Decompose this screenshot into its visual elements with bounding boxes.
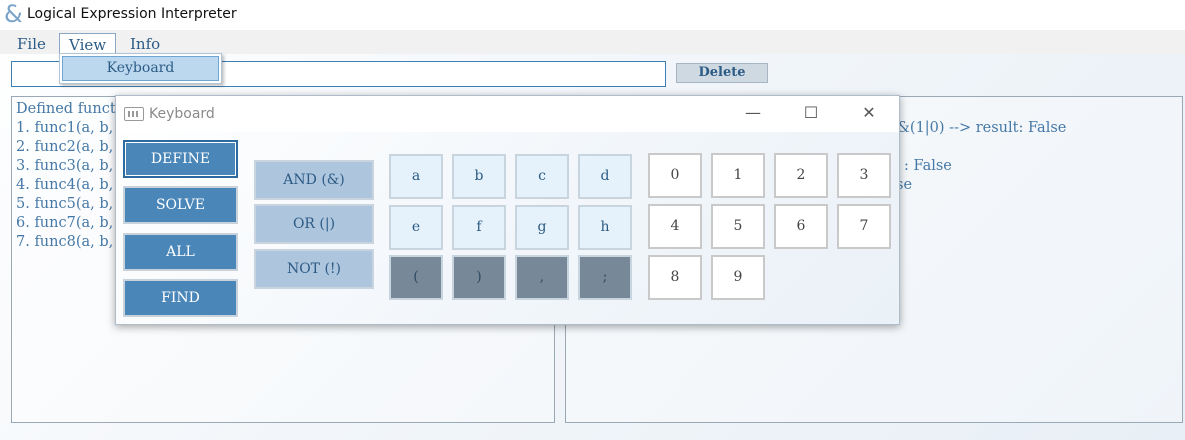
result-line: : False — [904, 158, 952, 174]
list-item: 7. func8(a, b, — [16, 234, 114, 250]
all-button[interactable]: ALL — [123, 233, 238, 271]
key-close-paren[interactable]: ) — [452, 255, 506, 300]
ampersand-icon: & — [4, 0, 23, 28]
key-6[interactable]: 6 — [774, 204, 828, 249]
keyboard-window-title: Keyboard — [149, 106, 215, 122]
window-title: Logical Expression Interpreter — [27, 6, 237, 22]
menu-view[interactable]: View — [59, 33, 117, 55]
list-item: 5. func5(a, b, — [16, 196, 114, 212]
key-d[interactable]: d — [578, 154, 632, 199]
key-h[interactable]: h — [578, 205, 632, 250]
key-c[interactable]: c — [515, 154, 569, 199]
panel-title: Defined funct — [16, 101, 116, 117]
list-item: 4. func4(a, b, — [16, 177, 114, 193]
list-item: 3. func3(a, b, — [16, 158, 114, 174]
and-button[interactable]: AND (&) — [254, 160, 374, 200]
key-semicolon[interactable]: ; — [578, 255, 632, 300]
keyboard-icon — [124, 107, 144, 121]
define-button[interactable]: DEFINE — [123, 140, 238, 178]
key-f[interactable]: f — [452, 205, 506, 250]
key-open-paren[interactable]: ( — [389, 255, 443, 300]
key-3[interactable]: 3 — [837, 153, 891, 198]
key-9[interactable]: 9 — [711, 255, 765, 300]
or-button[interactable]: OR (|) — [254, 204, 374, 244]
key-comma[interactable]: , — [515, 255, 569, 300]
key-5[interactable]: 5 — [711, 204, 765, 249]
find-button[interactable]: FIND — [123, 279, 238, 317]
menu-file[interactable]: File — [8, 33, 55, 55]
keyboard-window: Keyboard — ☐ ✕ DEFINE SOLVE ALL FIND AND… — [115, 95, 900, 325]
menu-info[interactable]: Info — [121, 33, 169, 55]
keyboard-title-bar: Keyboard — ☐ ✕ — [116, 96, 899, 132]
key-a[interactable]: a — [389, 154, 443, 199]
list-item: 2. func2(a, b, — [16, 139, 114, 155]
solve-button[interactable]: SOLVE — [123, 186, 238, 224]
key-b[interactable]: b — [452, 154, 506, 199]
menu-bar: File View Info — [0, 30, 1185, 55]
close-icon[interactable]: ✕ — [846, 100, 892, 128]
delete-button[interactable]: Delete — [676, 63, 768, 83]
minimize-icon[interactable]: — — [730, 100, 776, 128]
result-line: &(1|0) --> result: False — [897, 120, 1067, 136]
key-2[interactable]: 2 — [774, 153, 828, 198]
title-bar: & Logical Expression Interpreter — [0, 0, 1185, 30]
list-item: 1. func1(a, b, — [16, 120, 114, 136]
maximize-icon[interactable]: ☐ — [788, 100, 834, 128]
key-8[interactable]: 8 — [648, 255, 702, 300]
key-1[interactable]: 1 — [711, 153, 765, 198]
key-7[interactable]: 7 — [837, 204, 891, 249]
key-e[interactable]: e — [389, 205, 443, 250]
view-menu-dropdown: Keyboard — [59, 53, 222, 84]
list-item: 6. func7(a, b, — [16, 215, 114, 231]
key-g[interactable]: g — [515, 205, 569, 250]
key-0[interactable]: 0 — [648, 153, 702, 198]
key-4[interactable]: 4 — [648, 204, 702, 249]
not-button[interactable]: NOT (!) — [254, 249, 374, 289]
menu-item-keyboard[interactable]: Keyboard — [62, 56, 219, 81]
